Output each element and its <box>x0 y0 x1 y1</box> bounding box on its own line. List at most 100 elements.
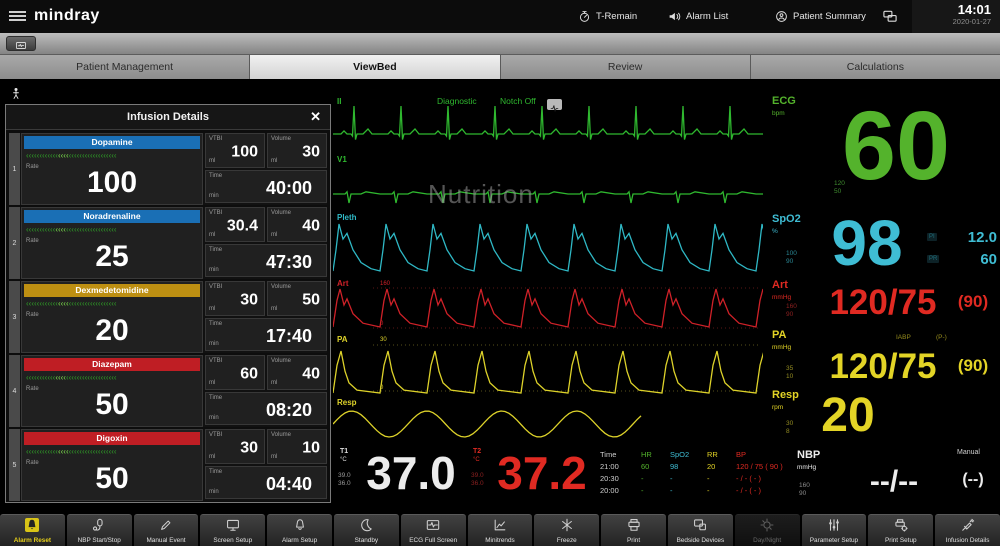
trend-header: BP <box>736 450 800 459</box>
ecg-notch-setting: Notch Off <box>500 96 536 106</box>
trend-cell: - / - ( - ) <box>736 486 800 495</box>
toolbar-button-nbp-start-stop[interactable]: NBP Start/Stop <box>67 514 132 546</box>
toolbar-button-manual-event[interactable]: Manual Event <box>134 514 199 546</box>
toolbar-button-label: Print Setup <box>868 537 933 544</box>
volume-cell: Volume ml 40 <box>267 207 327 242</box>
vtbi-cell: VTBI ml 30 <box>205 281 265 316</box>
vtbi-unit: ml <box>209 158 215 164</box>
toolbar-button-screen-setup[interactable]: Screen Setup <box>200 514 265 546</box>
close-icon[interactable]: ✕ <box>310 109 321 125</box>
resp-value: 20 <box>806 388 890 446</box>
t-remain-button[interactable]: T-Remain <box>578 0 637 33</box>
trend-cell: - <box>707 474 731 483</box>
toolbar-button-bedside-devices[interactable]: Bedside Devices <box>668 514 733 546</box>
time-label: Time <box>209 469 222 475</box>
infusion-row[interactable]: 2 Noradrenaline ‹‹‹‹‹‹‹‹‹‹‹‹‹‹‹‹‹‹‹‹‹‹‹‹… <box>9 207 327 279</box>
rate-value: 50 <box>22 458 202 500</box>
toolbar-button-label: Bedside Devices <box>668 537 733 544</box>
patient-summary-button[interactable]: Patient Summary <box>775 0 866 33</box>
vtbi-label: VTBI <box>209 210 222 216</box>
trend-cell: 20 <box>707 462 731 471</box>
infusion-row[interactable]: 4 Diazepam ‹‹‹‹‹‹‹‹‹‹‹‹‹‹‹‹‹‹‹‹‹‹‹‹‹‹‹‹‹… <box>9 355 327 427</box>
toolbar-button-minitrends[interactable]: Minitrends <box>468 514 533 546</box>
time-value: 08:20 <box>266 400 312 421</box>
toolbar-button-label: NBP Start/Stop <box>67 537 132 544</box>
toolbar-button-print[interactable]: Print <box>601 514 666 546</box>
volume-unit: ml <box>271 380 277 386</box>
tab-calculations[interactable]: Calculations <box>751 55 1000 79</box>
tab-viewbed[interactable]: ViewBed <box>250 55 499 79</box>
alarm-setup-icon <box>293 518 307 532</box>
infusion-row[interactable]: 5 Digoxin ‹‹‹‹‹‹‹‹‹‹‹‹‹‹‹‹‹‹‹‹‹‹‹‹‹‹‹‹‹‹… <box>9 429 327 501</box>
t1-alarm-limits: 39.036.0 <box>338 472 351 487</box>
ecg-fullscreen-icon <box>426 518 440 532</box>
toolbar-button-freeze[interactable]: Freeze <box>534 514 599 546</box>
waveform-area <box>333 79 763 449</box>
trend-header: HR <box>641 450 665 459</box>
minitrends-icon <box>493 518 507 532</box>
tab-patient-management[interactable]: Patient Management <box>0 55 249 79</box>
time-unit: min <box>209 489 219 495</box>
toolbar-button-label: Screen Setup <box>200 537 265 544</box>
volume-cell: Volume ml 50 <box>267 281 327 316</box>
volume-label: Volume <box>271 432 291 438</box>
time-label: Time <box>209 395 222 401</box>
toolbar-button-alarm-setup[interactable]: Alarm Setup <box>267 514 332 546</box>
toolbar-button-label: Minitrends <box>468 537 533 544</box>
volume-unit: ml <box>271 454 277 460</box>
vtbi-label: VTBI <box>209 432 222 438</box>
pi-value: 12.0 <box>968 229 997 246</box>
vtbi-label: VTBI <box>209 136 222 142</box>
trend-cell: 60 <box>641 462 665 471</box>
volume-label: Volume <box>271 136 291 142</box>
tab-review[interactable]: Review <box>501 55 750 79</box>
infusion-progress-bar: ‹‹‹‹‹‹‹‹‹‹‹‹‹‹‹‹‹‹‹‹‹‹‹‹‹‹‹‹‹‹‹‹‹‹ <box>26 373 181 382</box>
resp-param-label: Resprpm <box>772 390 799 413</box>
pi-pr-block: PI12.0 PR60 <box>927 226 997 270</box>
toolbar-button-alarm-reset[interactable]: Alarm Reset <box>0 514 65 546</box>
toolbar-button-print-setup[interactable]: Print Setup <box>868 514 933 546</box>
rate-value: 20 <box>22 310 202 352</box>
infusion-row[interactable]: 1 Dopamine ‹‹‹‹‹‹‹‹‹‹‹‹‹‹‹‹‹‹‹‹‹‹‹‹‹‹‹‹‹… <box>9 133 327 205</box>
main-menu-icon[interactable] <box>9 9 26 23</box>
patient-summary-icon <box>775 10 788 23</box>
vtbi-cell: VTBI ml 30.4 <box>205 207 265 242</box>
art-mean: (90) <box>948 292 998 312</box>
toolbar-button-label: Parameter Setup <box>802 537 867 544</box>
infusion-row-details: VTBI ml 30.4 Volume ml 40 Time min 47:30 <box>205 207 327 279</box>
vtbi-value: 100 <box>231 143 258 161</box>
time-label: Time <box>209 173 222 179</box>
infusion-row-index: 2 <box>9 207 20 279</box>
toolbar-button-label: Alarm Setup <box>267 537 332 544</box>
print-setup-icon <box>894 518 908 532</box>
volume-value: 30 <box>302 143 320 161</box>
pa-value: 120/75 <box>810 346 956 390</box>
main-screen-button[interactable] <box>6 36 36 51</box>
parameter-setup-icon <box>827 518 841 532</box>
screens-button[interactable] <box>882 0 898 33</box>
drug-name: Noradrenaline <box>24 210 200 223</box>
volume-unit: ml <box>271 306 277 312</box>
toolbar-button-standby[interactable]: Standby <box>334 514 399 546</box>
infusion-row-details: VTBI ml 30 Volume ml 50 Time min 17:40 <box>205 281 327 353</box>
trend-header: RR <box>707 450 731 459</box>
pa-tag-p: (P-) <box>936 334 947 341</box>
time-unit: min <box>209 341 219 347</box>
clock: 14:01 2020-01-27 <box>912 0 1000 33</box>
infusion-row[interactable]: 3 Dexmedetomidine ‹‹‹‹‹‹‹‹‹‹‹‹‹‹‹‹‹‹‹‹‹‹… <box>9 281 327 353</box>
nbp-icon <box>92 518 106 532</box>
main-display: Nutrition Diagnostic Notch Off II V1 Ple… <box>0 79 1000 513</box>
pa-tag-iabp: IABP <box>896 334 911 341</box>
toolbar-button-parameter-setup[interactable]: Parameter Setup <box>802 514 867 546</box>
vtbi-value: 30 <box>240 439 258 457</box>
pi-label: PI <box>927 233 937 241</box>
toolbar-button-infusion-details[interactable]: Infusion Details <box>935 514 1000 546</box>
infusion-progress-bar: ‹‹‹‹‹‹‹‹‹‹‹‹‹‹‹‹‹‹‹‹‹‹‹‹‹‹‹‹‹‹‹‹‹‹ <box>26 151 181 160</box>
alarm-list-button[interactable]: Alarm List <box>668 0 728 33</box>
volume-value: 40 <box>302 217 320 235</box>
nbp-param-label: NBPmmHg <box>797 450 820 473</box>
toolbar-button-ecg-full-screen[interactable]: ECG Full Screen <box>401 514 466 546</box>
art-value: 120/75 <box>810 282 956 326</box>
toolbar-button-label: Day/Night <box>735 537 800 544</box>
toolbar-button-label: Alarm Reset <box>0 537 65 544</box>
